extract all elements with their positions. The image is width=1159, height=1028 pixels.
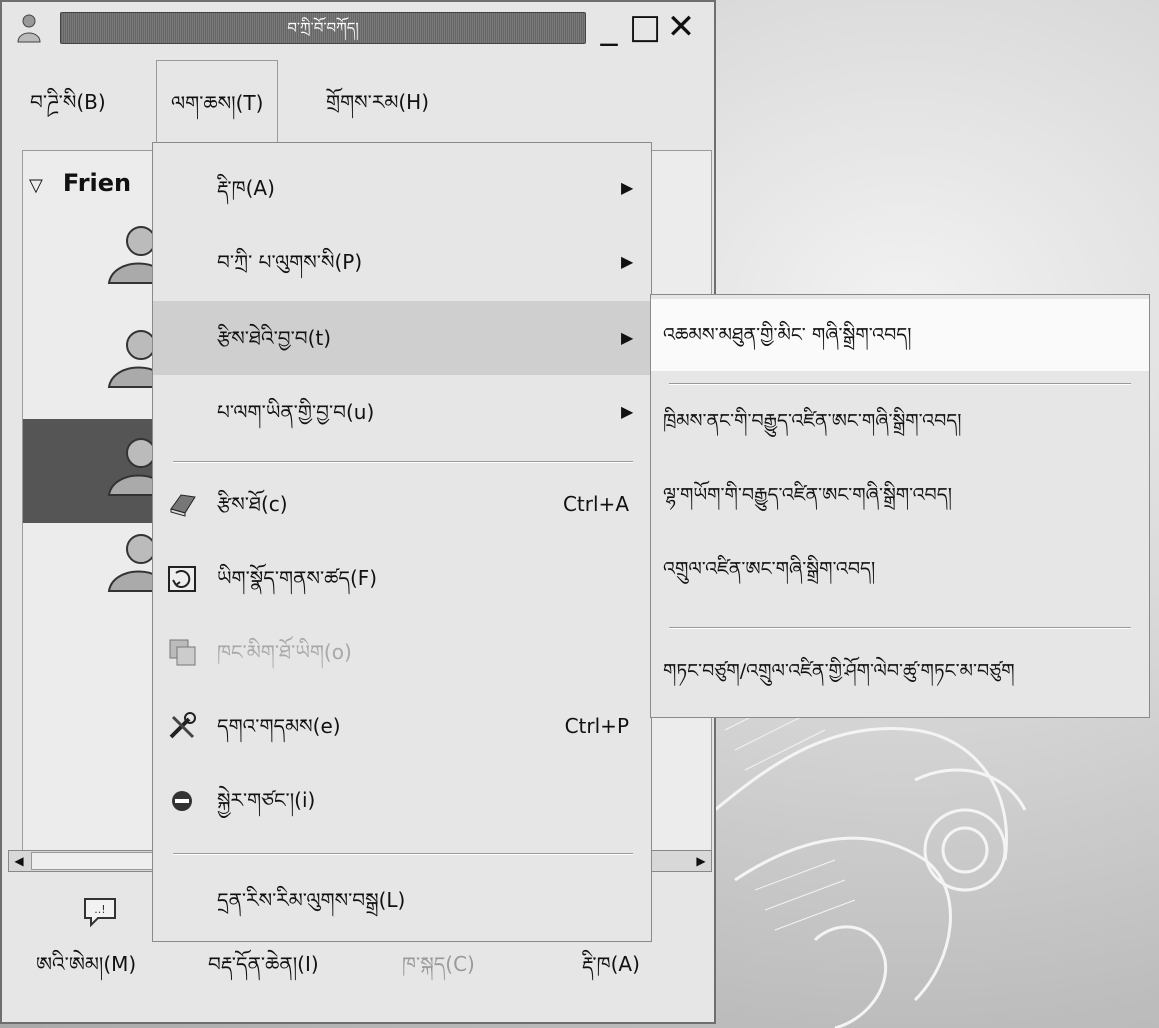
menu-buddies[interactable]: བ་ཌྲི་སི(B) [16, 60, 120, 144]
submenu-arrow-icon: ▶ [621, 178, 634, 197]
menu-separator [173, 853, 633, 855]
app-icon[interactable] [12, 10, 46, 44]
menu-item-label: རྩིས་ཐེའི་བྱ་བ(t) [217, 326, 332, 350]
menu-item-label: རྩིས་ཐོ(c) [217, 492, 288, 516]
disconnect-icon [172, 791, 192, 811]
account-actions-submenu: འཆམས་མཐུན་གྱི་མིང་ གཞི་སྒྲིག་འབད། ཁྲིམས་… [650, 294, 1150, 718]
minimize-button[interactable]: _ [592, 10, 626, 44]
submenu-arrow-icon: ▶ [621, 252, 634, 271]
expander-icon[interactable]: ▽ [29, 175, 43, 196]
group-row[interactable]: ▽ Frien [23, 163, 131, 203]
file-transfer-icon [168, 566, 196, 592]
accelerator-label: Ctrl+A [562, 492, 629, 516]
submenu-item-mobile-phone[interactable]: འགྲུལ་འཛིན་ཨང་གཞི་སྒྲིག་འབད། [651, 533, 1149, 605]
menu-tools[interactable]: ལག་ཆས།(T) [156, 60, 279, 144]
menu-help[interactable]: གྲོགས་རམ(H) [312, 60, 443, 144]
menu-item-label: ཡིག་སྣོད་གནས་ཚད(F) [217, 566, 378, 590]
menu-item-label: བ་ཀྲི་ པ་ལུགས་སི(P) [217, 250, 363, 274]
scroll-left-button[interactable]: ◀ [9, 851, 29, 871]
menu-item-label: སྐྱེར་གཙང་།(i) [217, 788, 316, 812]
submenu-item-friendly-name[interactable]: འཆམས་མཐུན་གྱི་མིང་ གཞི་སྒྲིག་འབད། [651, 299, 1149, 371]
submenu-item-work-phone[interactable]: ལྷ་གཡོག་གི་བརྒྱུད་འཛིན་ཨང་གཞི་སྒྲིག་འབད། [651, 459, 1149, 531]
title-bar[interactable]: བ་ཀྲི་བོ་བཀོད། _ □ ✕ [2, 2, 714, 58]
submenu-arrow-icon: ▶ [621, 402, 634, 421]
chat-button[interactable]: ཁ་སྐད(C) [402, 942, 475, 998]
menu-item-view-system-log[interactable]: དྲན་རིས་རིམ་ལུགས་བསྒྲ(L) [153, 863, 651, 937]
menu-item-accounts[interactable]: རྡི་ཁ(A) ▶ [153, 151, 651, 225]
menu-item-file-transfers[interactable]: ཡིག་སྣོད་གནས་ཚད(F) [153, 541, 651, 615]
accelerator-label: Ctrl+P [564, 714, 629, 738]
menu-item-plugin-actions[interactable]: པ་ལག་ཡིན་གྱི་བྱ་བ(u) ▶ [153, 375, 651, 449]
menu-item-room-list[interactable]: ཁང་མིག་ཐོ་ཡིག(o) [153, 615, 651, 689]
menu-item-privacy[interactable]: སྐྱེར་གཙང་།(i) [153, 763, 651, 837]
submenu-item-allow-mobile-pages[interactable]: གཏང་བཙུག/འགྲུལ་འཛིན་གྱི་ཤོག་ལེབ་ཚུ་གཏང་མ… [651, 635, 1149, 707]
menu-item-buddy-pounces[interactable]: རྩིས་ཐོ(c) Ctrl+A [153, 467, 651, 541]
menu-item-label: དྲན་རིས་རིམ་ལུགས་བསྒྲ(L) [217, 888, 406, 912]
scroll-right-button[interactable]: ▶ [691, 851, 711, 871]
submenu-separator [669, 627, 1131, 629]
submenu-arrow-icon: ▶ [621, 328, 634, 347]
close-button[interactable]: ✕ [664, 10, 698, 44]
menu-item-preferences[interactable]: དགའ་གདམས(e) Ctrl+P [153, 689, 651, 763]
menu-item-label: པ་ལག་ཡིན་གྱི་བྱ་བ(u) [217, 400, 375, 424]
tools-icon [169, 712, 196, 739]
window-title: བ་ཀྲི་བོ་བཀོད། [60, 12, 586, 44]
book-icon [170, 494, 196, 517]
group-label: Frien [62, 169, 132, 197]
menu-item-label: དགའ་གདམས(e) [217, 714, 341, 738]
message-icon[interactable]: ..! [82, 896, 118, 928]
scroll-thumb[interactable] [31, 852, 171, 870]
submenu-item-home-phone[interactable]: ཁྲིམས་ནང་གི་བརྒྱུད་འཛིན་ཨང་གཞི་སྒྲིག་འབད… [651, 385, 1149, 457]
tools-menu: རྡི་ཁ(A) ▶ བ་ཀྲི་ པ་ལུགས་སི(P) ▶ རྩིས་ཐེ… [152, 142, 652, 942]
menu-item-plugins[interactable]: བ་ཀྲི་ པ་ལུགས་སི(P) ▶ [153, 225, 651, 299]
menu-item-label: ཁང་མིག་ཐོ་ཡིག(o) [217, 640, 352, 664]
info-button[interactable]: བརྡ་དོན་ཆེན།(I) [208, 942, 319, 998]
menu-bar: བ་ཌྲི་སི(B) ལག་ཆས།(T) གྲོགས་རམ(H) [6, 60, 710, 144]
im-button[interactable]: ཨའི་ཨེམ།(M) [36, 942, 136, 998]
svg-text:..!: ..! [94, 903, 105, 916]
room-list-icon [169, 639, 196, 666]
add-button[interactable]: རྡི་ཁ(A) [582, 942, 640, 998]
menu-separator [173, 461, 633, 463]
menu-item-label: རྡི་ཁ(A) [217, 176, 275, 200]
maximize-button[interactable]: □ [628, 10, 662, 44]
menu-item-account-actions[interactable]: རྩིས་ཐེའི་བྱ་བ(t) ▶ [153, 301, 651, 375]
